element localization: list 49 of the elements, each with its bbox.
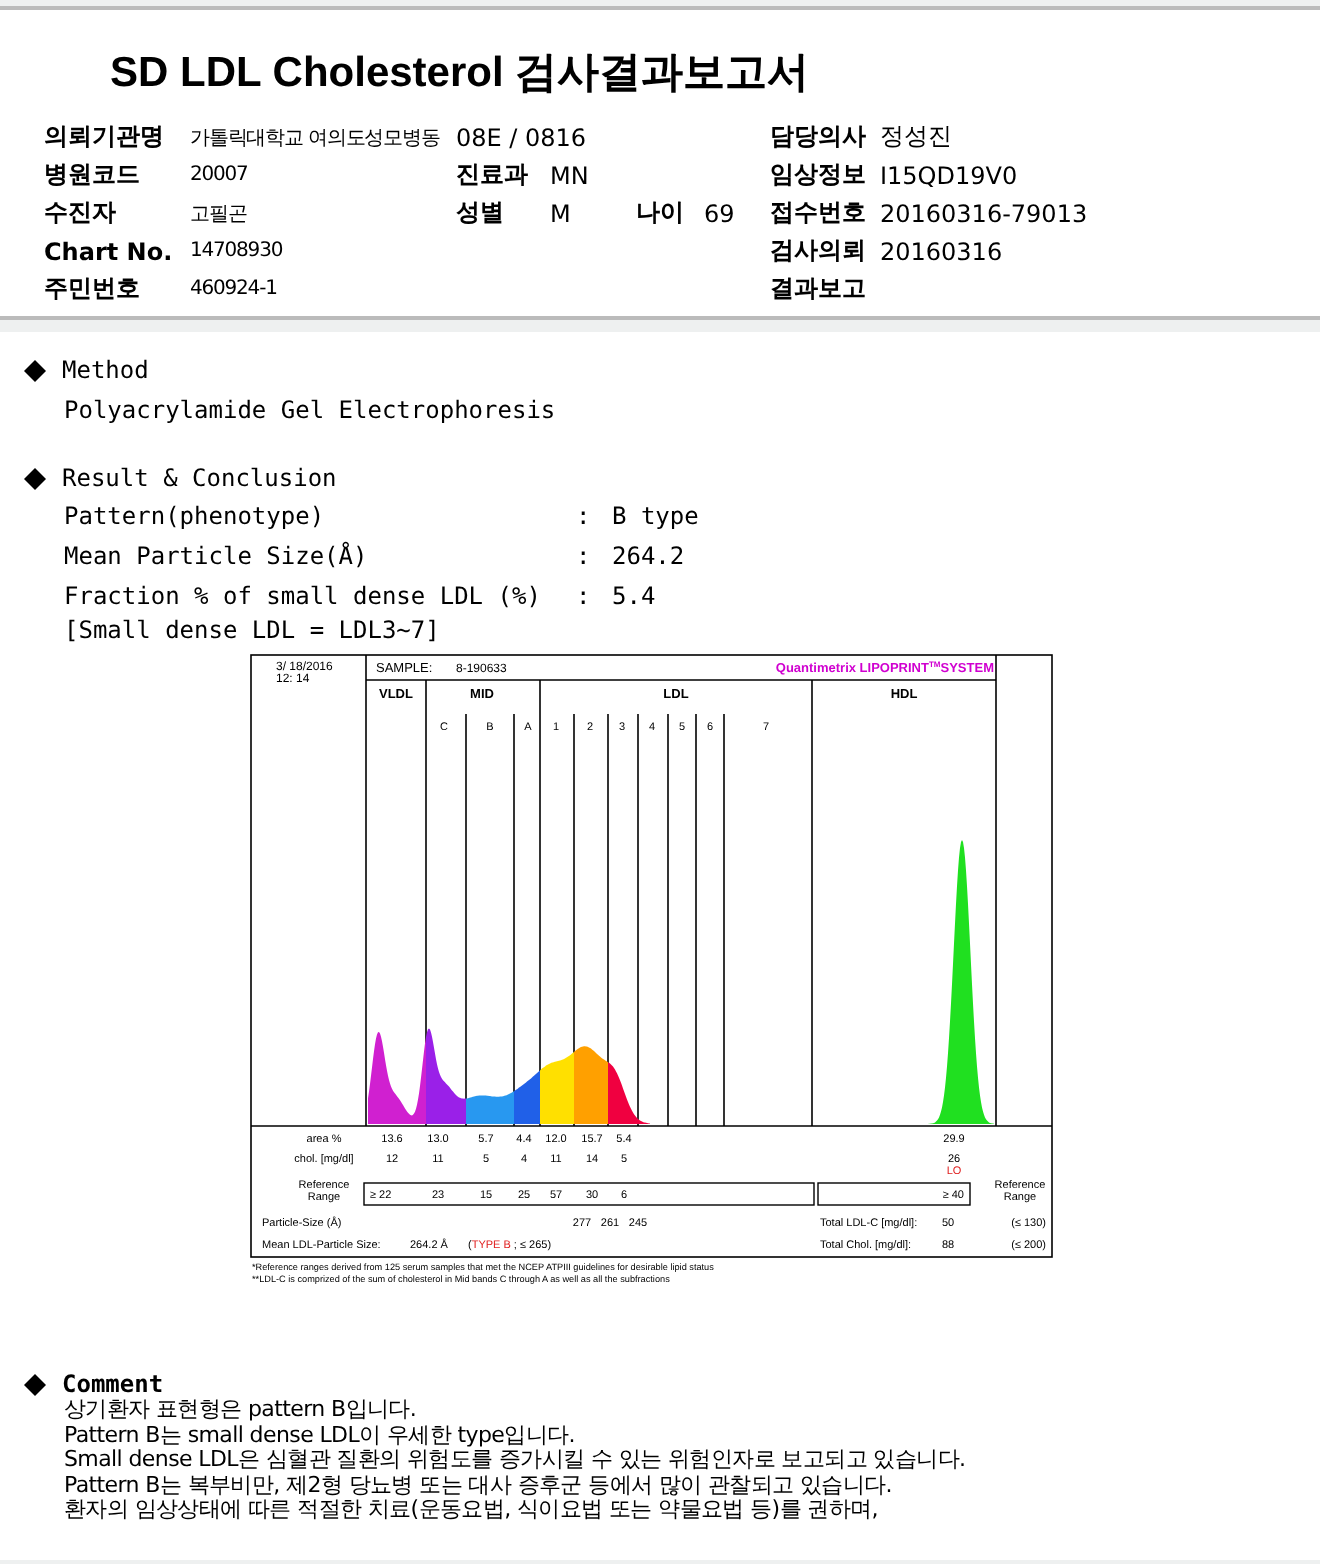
field-value: M (550, 199, 573, 227)
field-label: Chart No. (44, 237, 175, 265)
colon-separator: : (576, 582, 593, 610)
result-label: Mean Particle Size(Å) (64, 542, 370, 570)
field-value: I15QD19V0 (880, 161, 1018, 189)
result-value: 264.2 (612, 542, 685, 570)
colon-separator: : (576, 542, 593, 570)
field-value: 정성진 (880, 120, 952, 154)
field-value: 고필곤 (190, 201, 247, 227)
section-heading: Result & Conclusion (62, 464, 337, 492)
comment-line: 환자의 임상상태에 따른 적절한 치료(운동요법, 식이요법 또는 약물요법 등)를 권하며, (64, 1498, 880, 1523)
field-label: 결과보고 (770, 272, 868, 306)
report-title: SD LDL Cholesterol 검사결과보고서 (110, 48, 810, 100)
diamond-icon (24, 359, 46, 381)
diamond-icon (24, 1373, 46, 1395)
diamond-icon (24, 467, 46, 489)
section-heading: Comment (62, 1370, 164, 1398)
field-value: 14708930 (190, 240, 283, 262)
comment-line: Pattern B는 복부비만, 제2형 당뇨병 또는 대사 증후군 등에서 많이 관찰되고 있습니다. (64, 1473, 894, 1498)
result-note: [Small dense LDL = LDL3~7] (64, 616, 442, 648)
result-label: Pattern(phenotype) (64, 502, 327, 530)
field-value: 69 (704, 199, 735, 227)
field-value: 20007 (190, 164, 248, 186)
result-value: 5.4 (612, 582, 656, 610)
field-label: 담당의사 (770, 120, 868, 154)
result-label: Fraction % of small dense LDL (%) (64, 582, 543, 610)
field-label: 진료과 (456, 158, 530, 192)
field-value: 08E / 0816 (456, 123, 587, 151)
field-value: 460924-1 (190, 278, 277, 300)
result-value: B type (612, 502, 699, 530)
field-label: 접수번호 (770, 196, 868, 230)
field-label: 주민번호 (44, 272, 142, 306)
comment-line: Pattern B는 small dense LDL이 우세한 type입니다. (64, 1423, 577, 1448)
colon-separator: : (576, 502, 593, 530)
section-heading: Method (62, 356, 149, 384)
field-label: 검사의뢰 (770, 234, 868, 268)
comment-line: 상기환자 표현형은 pattern B입니다. (64, 1398, 419, 1423)
method-text: Polyacrylamide Gel Electrophoresis (64, 396, 558, 428)
field-label: 의뢰기관명 (44, 120, 166, 154)
field-value: 20160316-79013 (880, 199, 1088, 227)
comment-line: Small dense LDL은 심혈관 질환의 위험도를 증가시킬 수 있는 위험인자로 보고되고 있습니다. (64, 1448, 968, 1473)
field-value: MN (550, 161, 589, 189)
field-label: 병원코드 (44, 158, 142, 192)
field-value: 20160316 (880, 237, 1003, 265)
field-value: 가톨릭대학교 여의도성모병동 (190, 125, 440, 151)
field-label: 성별 (456, 196, 506, 230)
field-label: 나이 (636, 196, 684, 230)
field-label: 수진자 (44, 196, 118, 230)
field-label: 임상정보 (770, 158, 868, 192)
